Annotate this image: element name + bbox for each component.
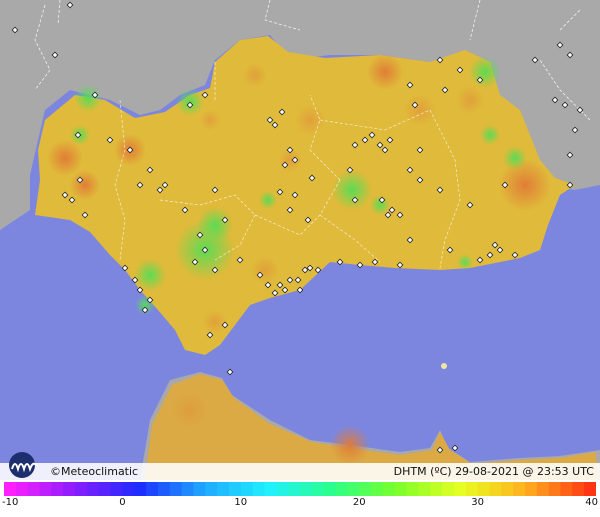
colorbar-cell [264,482,277,496]
colorbar-cell [501,482,514,496]
colorbar-cell [442,482,455,496]
colorbar-ticks: -10 0 10 20 30 40 [0,497,600,513]
brand-label: ©Meteoclimatic [50,465,139,478]
colorbar-cell [75,482,88,496]
colorbar-cell [584,482,596,496]
colorbar-cell [536,482,550,496]
colorbar-cell [335,482,348,496]
colorbar-cell [134,482,147,496]
colorbar-cell [181,482,195,496]
colorbar-cell [86,482,100,496]
colorbar-cell [418,482,431,496]
colorbar-cell [157,482,171,496]
colorbar-cell [15,482,29,496]
colorbar-cell [27,482,41,496]
colorbar-cell [489,482,502,496]
island-marker [441,363,447,369]
colorbar-cell [371,482,384,496]
colorbar-cell [228,482,242,496]
map-container: ©Meteoclimatic DHTM (ºC) 29-08-2021 @ 23… [0,0,600,517]
colorbar-cell [465,482,479,496]
colorbar-cell [548,482,562,496]
colorbar-cell [513,482,526,496]
colorbar-tick-label: 30 [471,497,484,508]
colorbar-cell [524,482,538,496]
variable-label: DHTM (ºC) [393,465,452,478]
colorbar-cell [4,482,17,496]
colorbar-tick-label: 20 [352,497,366,508]
colorbar-tick-label: 40 [585,497,598,508]
colorbar-cell [572,482,585,496]
meteoclimatic-logo [9,452,37,478]
colorbar-cell [430,482,443,496]
colorbar-cell [240,482,254,496]
colorbar-cell [252,482,266,496]
colorbar-cell [477,482,491,496]
colorbar-cell [169,482,183,496]
colorbar-cell [382,482,396,496]
map-info-label: DHTM (ºC) 29-08-2021 @ 23:53 UTC [394,465,594,478]
colorbar-tick-label: 0 [119,497,126,508]
temperature-map [0,0,600,480]
colorbar-cell [311,482,325,496]
colorbar-cell [560,482,573,496]
colorbar-cell [122,482,135,496]
colorbar-cell [98,482,112,496]
colorbar-cell [63,482,76,496]
colorbar-cell [217,482,230,496]
timestamp-label: 29-08-2021 @ 23:53 UTC [455,465,594,478]
colorbar-cell [406,482,419,496]
colorbar-cell [205,482,218,496]
colorbar-cell [300,482,313,496]
colorbar-cell [394,482,408,496]
colorbar-cell [39,482,52,496]
temperature-colorbar [4,482,596,496]
colorbar-tick-label: -10 [2,497,19,508]
colorbar-cell [146,482,159,496]
colorbar-cell [276,482,289,496]
colorbar-cell [110,482,123,496]
colorbar-cell [51,482,64,496]
colorbar-cell [347,482,360,496]
colorbar-tick-label: 10 [234,497,248,508]
colorbar-cell [453,482,467,496]
colorbar-cell [359,482,372,496]
colorbar-cell [288,482,301,496]
colorbar-cell [323,482,337,496]
colorbar-cell [193,482,206,496]
